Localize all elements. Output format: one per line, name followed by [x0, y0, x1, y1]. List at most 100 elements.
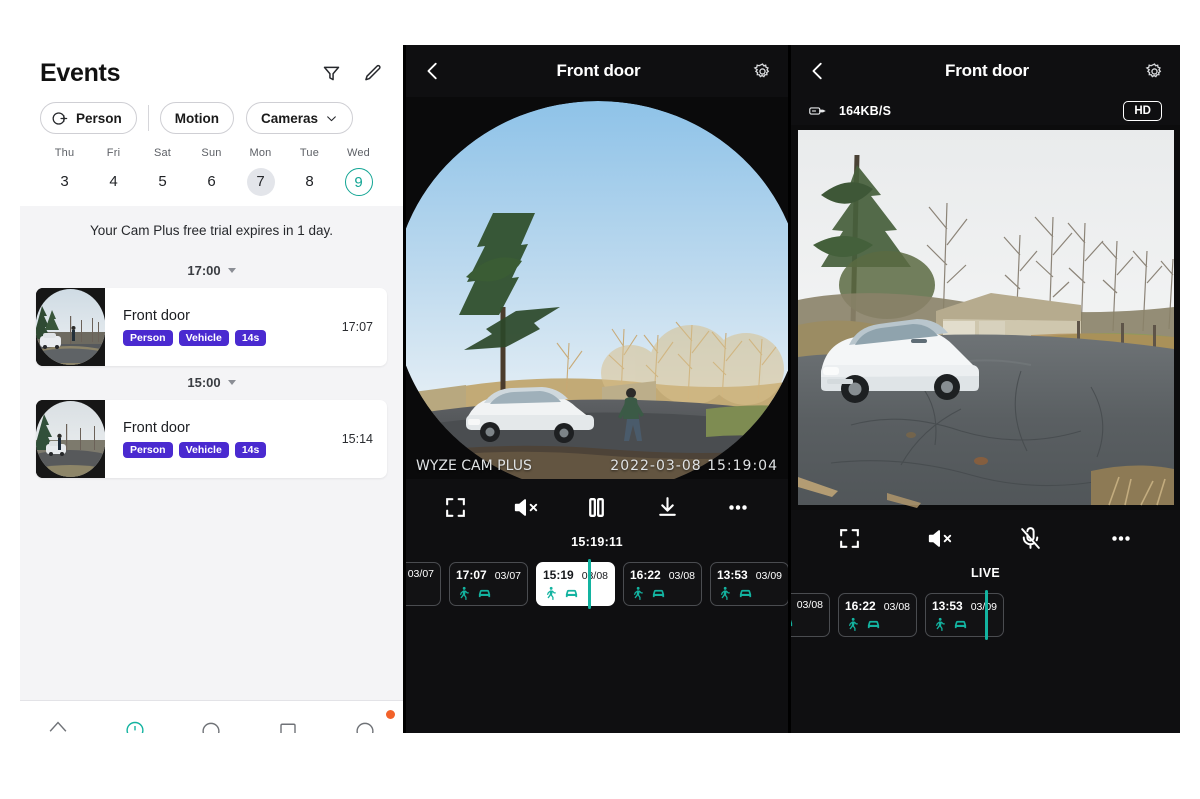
timeline-card-top: 17:07 03/07 [456, 568, 521, 582]
nav-add-icon[interactable] [173, 701, 250, 733]
day-number: 8 [305, 173, 314, 190]
day-cell[interactable]: Thu 3 [40, 147, 89, 196]
live-position: LIVE [971, 566, 1000, 580]
vehicle-icon [478, 589, 491, 598]
hour-group-header[interactable]: 15:00 [20, 366, 403, 400]
filter-chip-person[interactable]: Person [40, 102, 137, 134]
event-time: 17:07 [341, 320, 373, 334]
running-person-icon [633, 586, 643, 600]
timeline-track[interactable]: 03/08 16:22 03/08 13:53 03/09 [791, 588, 1004, 642]
day-name: Thu [54, 147, 75, 159]
playback-video[interactable]: WYZE CAM PLUS 2022-03-08 15:19:04 [406, 97, 788, 479]
event-list-item[interactable]: Front door Person Vehicle 14s 17:07 [36, 288, 387, 366]
day-name: Sat [153, 147, 172, 159]
day-number: 5 [158, 173, 167, 190]
chevron-left-icon[interactable] [807, 60, 829, 82]
live-titlebar: Front door [807, 45, 1164, 97]
timeline-card-icons [456, 586, 521, 600]
filter-chip-cameras-label: Cameras [261, 110, 319, 126]
events-topbar: Events [40, 45, 383, 88]
timeline-playhead[interactable] [985, 590, 988, 640]
live-controls [791, 510, 1180, 566]
more-button[interactable] [725, 495, 751, 520]
event-info: Front door Person Vehicle 14s [123, 308, 267, 347]
timeline-card[interactable]: 17:07 03/07 [449, 562, 528, 606]
gear-icon[interactable] [1145, 62, 1164, 81]
timeline-card-date: 03/07 [494, 570, 521, 582]
live-video[interactable] [791, 125, 1180, 510]
day-cell[interactable]: Sat 5 [138, 147, 187, 196]
filter-chip-cameras[interactable]: Cameras [246, 102, 354, 134]
chevron-down-icon [325, 112, 338, 125]
bottom-navigation [20, 700, 403, 733]
timeline-card-date: 03/08 [796, 599, 823, 611]
event-tag-vehicle: Vehicle [178, 441, 229, 459]
event-tag-person: Person [123, 329, 173, 347]
timeline-card[interactable]: 03/08 [791, 593, 830, 637]
timeline-card[interactable]: 03/07 [406, 562, 441, 606]
playback-timeline[interactable]: 03/07 17:07 03/07 15:19 03/08 16:22 03/0… [406, 557, 788, 611]
vehicle-icon [954, 620, 967, 629]
nav-discover-icon[interactable] [250, 701, 327, 733]
playback-position: 15:19:11 [571, 535, 623, 549]
filter-icon[interactable] [321, 63, 342, 84]
day-cell[interactable]: Tue 8 [285, 147, 334, 196]
event-thumbnail [36, 400, 105, 478]
running-person-icon [546, 586, 556, 600]
vehicle-icon [791, 619, 793, 627]
vehicle-icon [565, 589, 578, 598]
playback-titlebar: Front door [422, 45, 772, 97]
download-button[interactable] [655, 495, 680, 520]
chevron-down-icon [227, 380, 236, 385]
timeline-card[interactable]: 13:53 03/09 [710, 562, 788, 606]
quality-badge[interactable]: HD [1123, 100, 1162, 122]
gear-icon[interactable] [753, 62, 772, 81]
notification-dot [385, 710, 395, 719]
day-cell[interactable]: Fri 4 [89, 147, 138, 196]
timeline-card-top: 15:19 03/08 [543, 568, 608, 582]
day-name: Sun [201, 147, 222, 159]
live-timeline[interactable]: 03/08 16:22 03/08 13:53 03/09 [791, 588, 1180, 642]
mute-button[interactable] [927, 526, 953, 551]
timeline-card[interactable]: 13:53 03/09 [925, 593, 1004, 637]
filter-chip-motion-label: Motion [174, 110, 220, 126]
day-number: 3 [60, 173, 69, 190]
vehicle-icon [652, 589, 665, 598]
timeline-card-top: 03/07 [406, 568, 434, 580]
hour-group-header[interactable]: 17:00 [20, 254, 403, 288]
day-name: Wed [346, 147, 371, 159]
day-cell-today[interactable]: Wed 9 [334, 147, 383, 196]
more-button[interactable] [1108, 526, 1134, 551]
day-cell-selected[interactable]: Mon 7 [236, 147, 285, 196]
running-person-icon [848, 617, 858, 631]
live-status-row: 164KB/S HD [807, 97, 1164, 125]
edit-icon[interactable] [362, 63, 383, 84]
timeline-card-icons [791, 615, 823, 629]
chip-divider [147, 105, 149, 131]
timeline-track[interactable]: 03/07 17:07 03/07 15:19 03/08 16:22 03/0… [406, 557, 788, 611]
mic-button[interactable] [1018, 526, 1043, 551]
timeline-card-time: 15:19 [543, 568, 574, 582]
day-number: 6 [207, 173, 216, 190]
fullscreen-button[interactable] [443, 495, 468, 520]
day-name: Tue [299, 147, 320, 159]
filter-chip-motion[interactable]: Motion [159, 102, 235, 134]
timeline-card[interactable]: 16:22 03/08 [838, 593, 917, 637]
nav-account-icon[interactable] [326, 701, 403, 733]
timeline-card-date: 03/08 [668, 570, 695, 582]
day-name: Fri [106, 147, 121, 159]
mute-button[interactable] [513, 495, 539, 520]
chevron-left-icon[interactable] [422, 60, 444, 82]
nav-events-icon[interactable] [97, 701, 174, 733]
timeline-card-active[interactable]: 15:19 03/08 [536, 562, 615, 606]
pause-button[interactable] [584, 495, 609, 520]
day-cell[interactable]: Sun 6 [187, 147, 236, 196]
timeline-playhead[interactable] [588, 559, 591, 609]
timeline-card[interactable]: 16:22 03/08 [623, 562, 702, 606]
event-list-item[interactable]: Front door Person Vehicle 14s 15:14 [36, 400, 387, 478]
bitrate-group: 164KB/S [809, 104, 891, 118]
running-person-icon [935, 617, 945, 631]
fullscreen-button[interactable] [837, 526, 862, 551]
live-panel: Front door 164KB/S HD LIVE 03/08 16:22 0… [791, 45, 1180, 733]
nav-home-icon[interactable] [20, 701, 97, 733]
